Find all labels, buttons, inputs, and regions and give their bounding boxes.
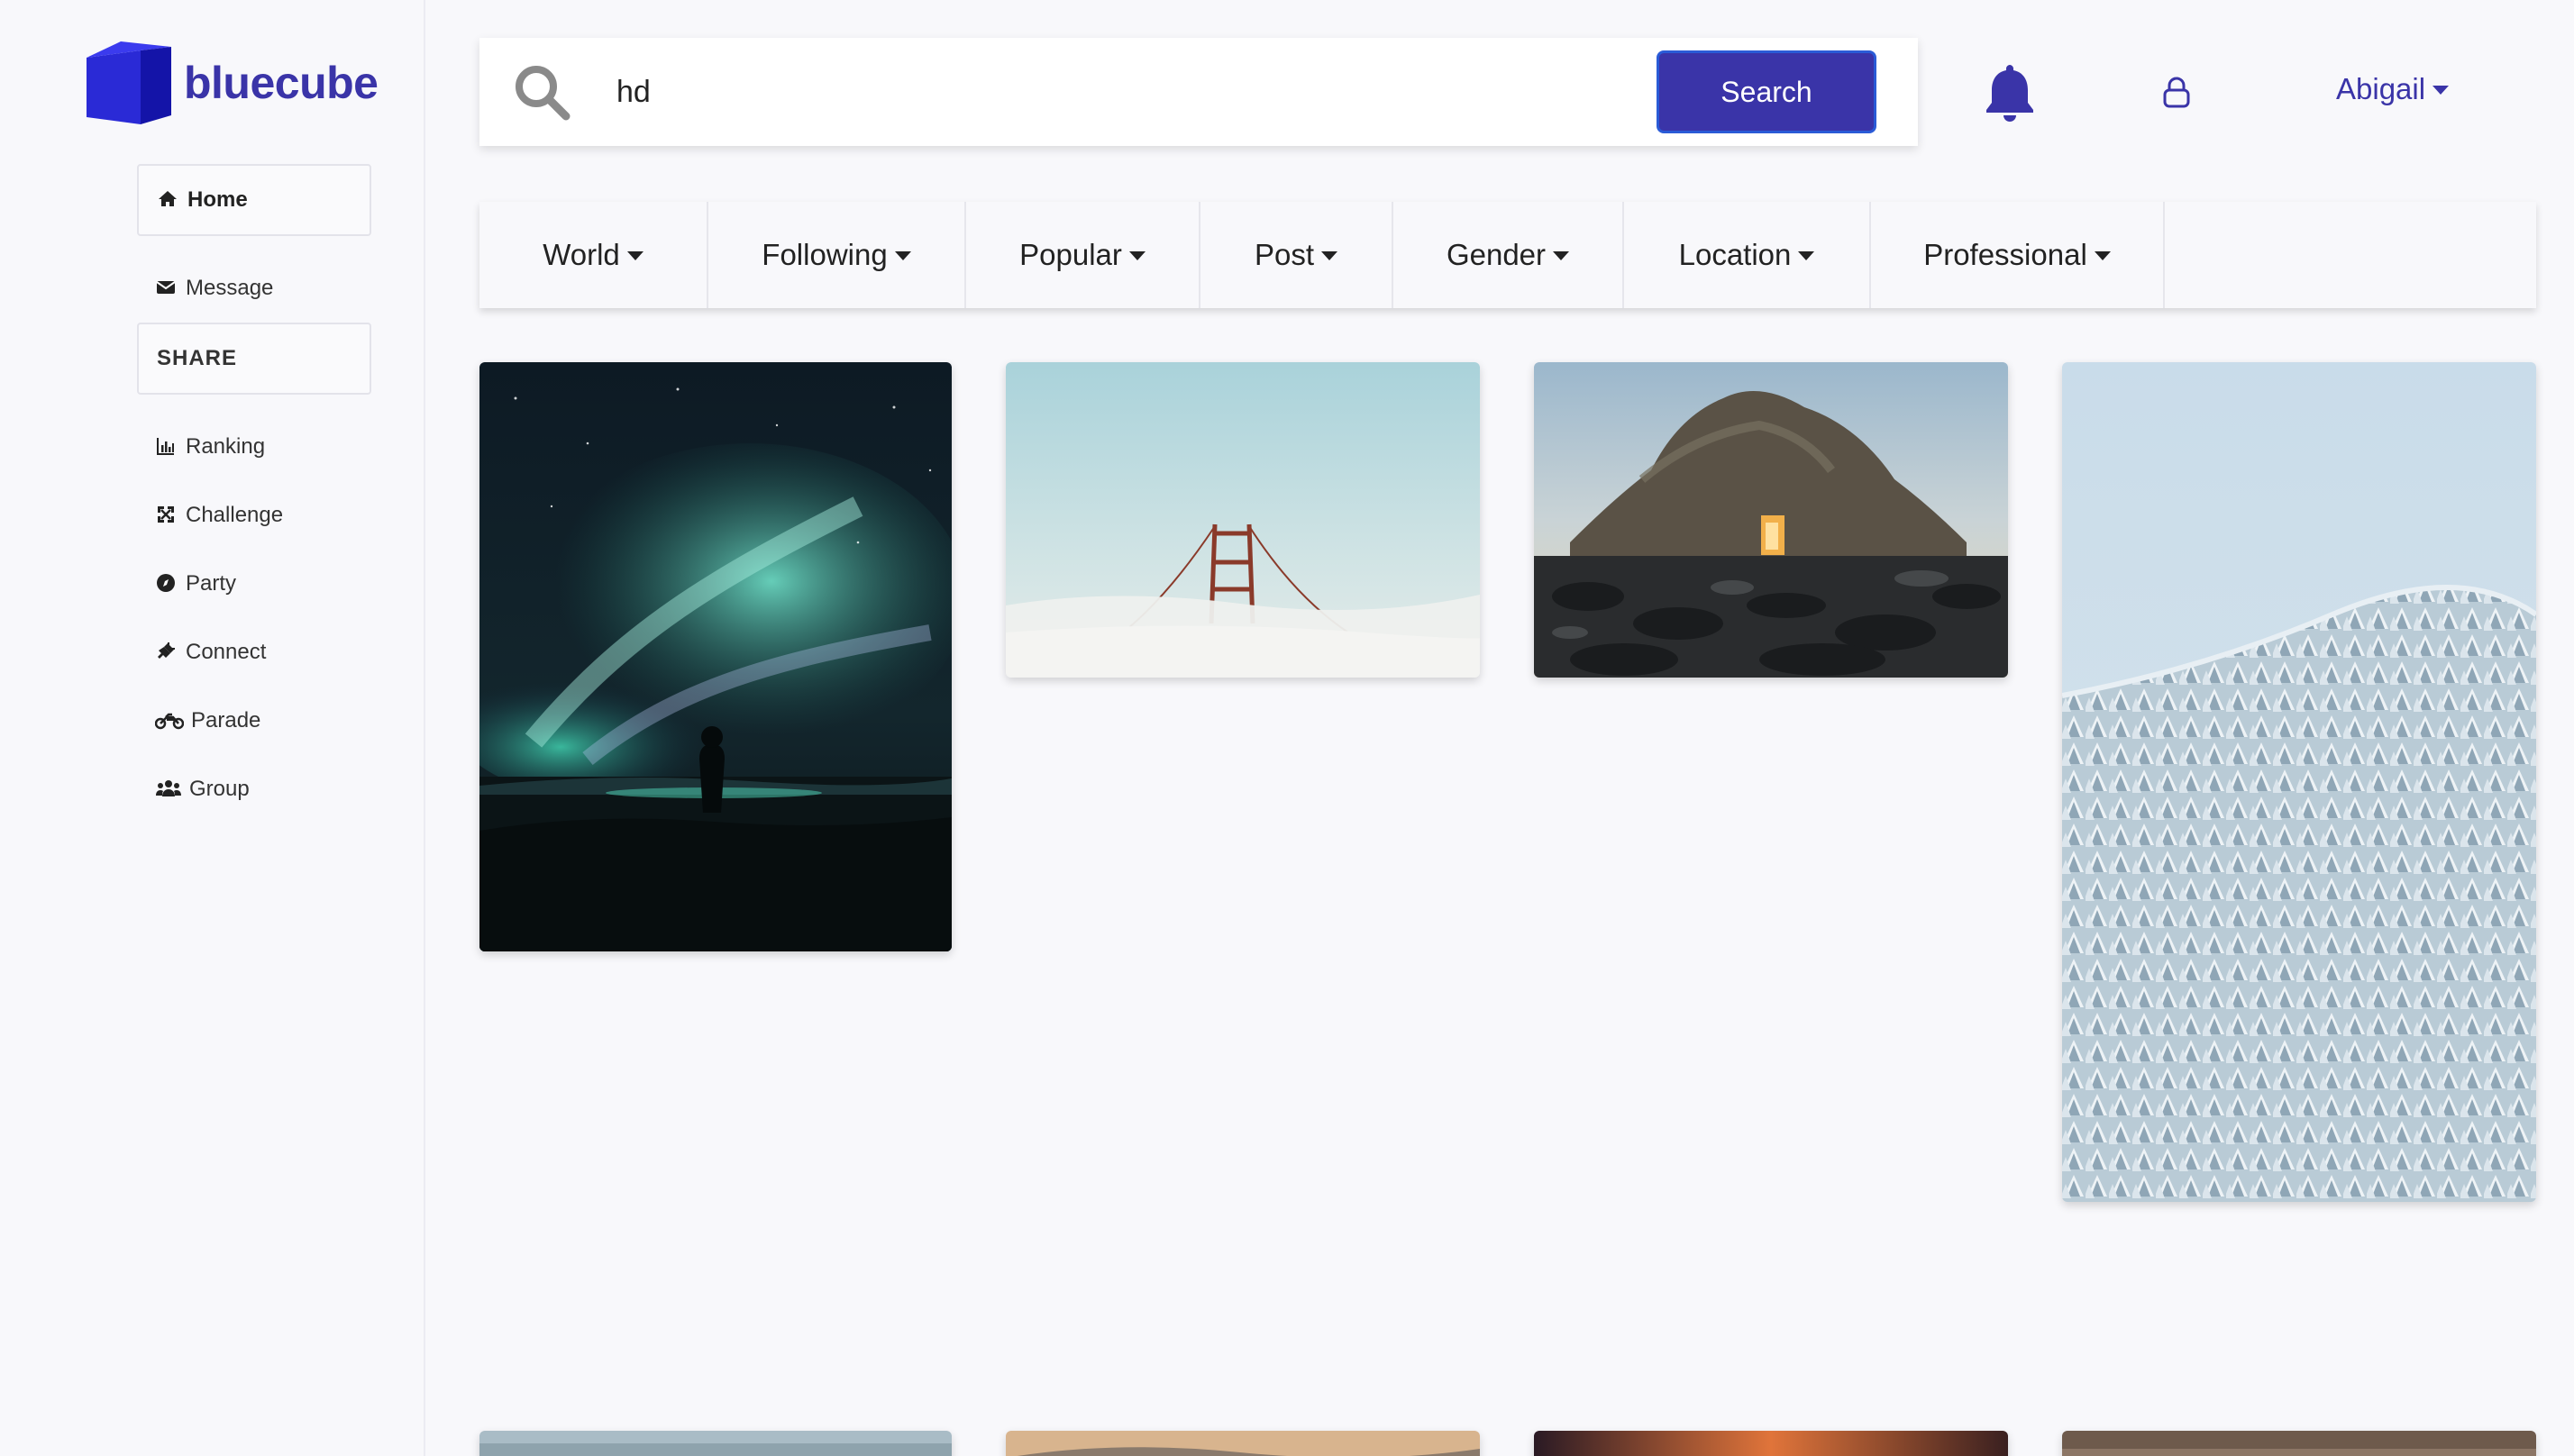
brand-name: bluecube xyxy=(184,58,379,108)
chevron-down-icon xyxy=(1321,251,1338,260)
chevron-down-icon xyxy=(2433,86,2450,95)
tab-professional[interactable]: Professional xyxy=(1871,202,2165,308)
motorcycle-icon xyxy=(155,709,184,733)
sidebar-nav: Home Message SHARE Ranking Challenge Par… xyxy=(137,164,371,824)
sidebar-item-message[interactable]: Message xyxy=(137,254,371,323)
home-icon xyxy=(157,188,180,212)
aurora-photo-image xyxy=(479,362,952,951)
gallery-photo-partial[interactable] xyxy=(1006,1431,1480,1456)
bell-icon[interactable] xyxy=(1981,61,2039,123)
sidebar-item-challenge[interactable]: Challenge xyxy=(137,481,371,550)
chevron-down-icon xyxy=(894,251,911,260)
gallery-photo-bridge[interactable] xyxy=(1006,362,1480,678)
compass-icon xyxy=(155,572,178,596)
photo-image xyxy=(1534,1431,2008,1456)
gallery-photo-aurora[interactable] xyxy=(479,362,952,951)
bar-chart-icon xyxy=(155,435,178,459)
gallery-photo-partial[interactable] xyxy=(1534,1431,2008,1456)
photo-image xyxy=(1006,1431,1480,1456)
tab-label: Location xyxy=(1678,238,1792,271)
tab-label: Popular xyxy=(1019,238,1122,271)
gallery-photo-partial[interactable] xyxy=(2062,1431,2536,1456)
snowy-forest-photo-image xyxy=(2062,362,2536,1202)
tab-label: World xyxy=(543,238,620,271)
sidebar-item-label: Message xyxy=(186,276,274,300)
tab-post[interactable]: Post xyxy=(1200,202,1393,308)
tab-label: Gender xyxy=(1446,238,1547,271)
expand-icon xyxy=(155,504,178,527)
tab-label: Post xyxy=(1254,238,1315,271)
bridge-photo-image xyxy=(1006,362,1480,678)
gallery-photo-partial[interactable] xyxy=(479,1431,952,1456)
sidebar: bluecube Home Message SHARE Ranking Chal… xyxy=(0,0,425,1456)
search-input[interactable] xyxy=(616,65,1657,119)
user-name: Abigail xyxy=(2336,72,2426,105)
lock-icon[interactable] xyxy=(2161,76,2192,108)
users-icon xyxy=(155,778,182,801)
sea-rock-photo-image xyxy=(1534,362,2008,678)
chevron-down-icon xyxy=(626,251,644,260)
chevron-down-icon xyxy=(1553,251,1570,260)
gallery-photo-snowy-forest[interactable] xyxy=(2062,362,2536,1202)
photo-image xyxy=(2062,1431,2536,1456)
cube-logo-icon xyxy=(87,41,171,124)
sidebar-item-label: Connect xyxy=(186,640,267,664)
photo-image xyxy=(479,1431,952,1456)
user-menu[interactable]: Abigail xyxy=(2336,72,2450,106)
tab-gender[interactable]: Gender xyxy=(1393,202,1624,308)
sidebar-item-label: Group xyxy=(189,777,250,801)
sidebar-item-label: Home xyxy=(187,187,248,212)
tab-label: Following xyxy=(762,238,888,271)
sidebar-item-group[interactable]: Group xyxy=(137,755,371,824)
sidebar-item-label: Ranking xyxy=(186,434,266,459)
sidebar-item-share[interactable]: SHARE xyxy=(137,323,371,395)
filter-bar: World Following Popular Post Gender Loca… xyxy=(479,202,2536,308)
tab-location[interactable]: Location xyxy=(1624,202,1871,308)
tab-following[interactable]: Following xyxy=(708,202,966,308)
sidebar-item-label: SHARE xyxy=(157,346,238,370)
sidebar-item-ranking[interactable]: Ranking xyxy=(137,413,371,481)
plug-icon xyxy=(155,641,178,664)
sidebar-item-party[interactable]: Party xyxy=(137,550,371,618)
chevron-down-icon xyxy=(1128,251,1146,260)
tab-popular[interactable]: Popular xyxy=(966,202,1200,308)
gallery-photo-sea-rock[interactable] xyxy=(1534,362,2008,678)
sidebar-item-label: Parade xyxy=(191,708,261,733)
brand-logo[interactable]: bluecube xyxy=(85,41,379,124)
search-icon xyxy=(516,66,570,121)
sidebar-item-connect[interactable]: Connect xyxy=(137,618,371,687)
search-button[interactable]: Search xyxy=(1657,50,1876,133)
envelope-icon xyxy=(155,277,178,300)
sidebar-item-label: Party xyxy=(186,571,237,596)
tab-world[interactable]: World xyxy=(479,202,708,308)
chevron-down-icon xyxy=(1798,251,1815,260)
sidebar-item-label: Challenge xyxy=(186,503,284,527)
search-bar: Search xyxy=(479,38,1918,146)
sidebar-item-home[interactable]: Home xyxy=(137,164,371,236)
sidebar-item-parade[interactable]: Parade xyxy=(137,687,371,755)
tab-label: Professional xyxy=(1923,238,2087,271)
chevron-down-icon xyxy=(2094,251,2111,260)
